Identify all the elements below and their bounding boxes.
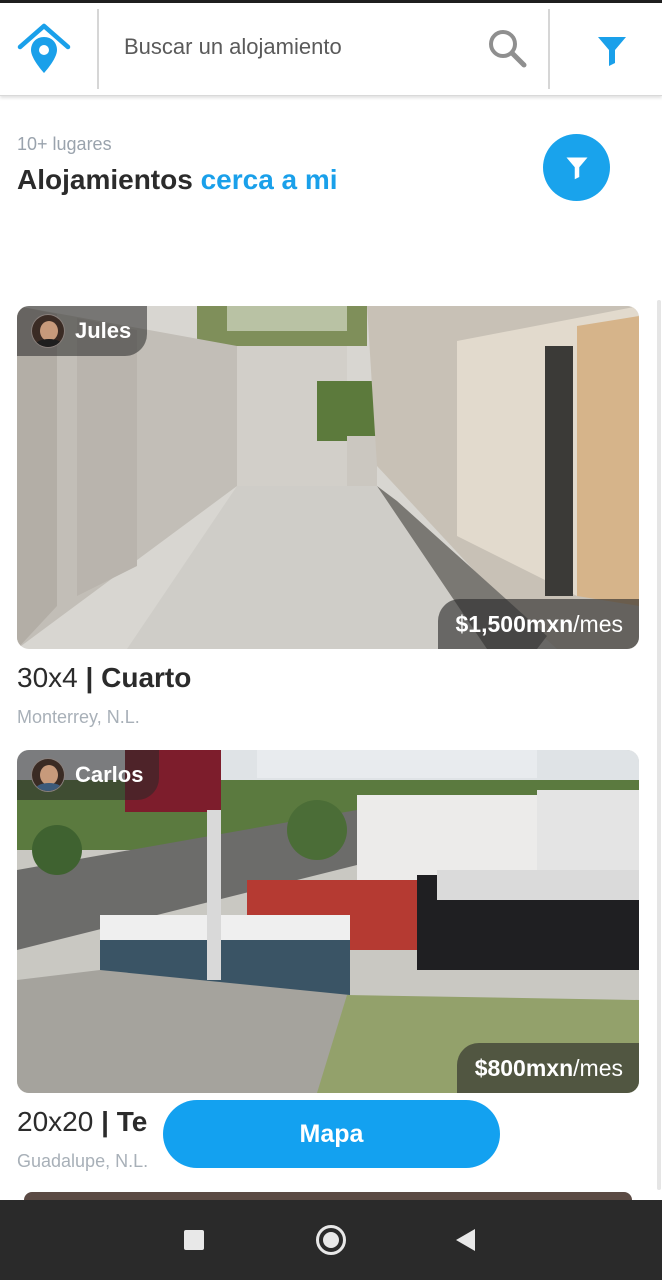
price-unit: /mes [573, 610, 623, 637]
price-badge: $800mxn/mes [456, 1043, 639, 1093]
filter-icon [566, 157, 587, 179]
search-input[interactable] [124, 27, 474, 67]
listing-title[interactable]: 30x4 | Cuarto [17, 662, 191, 694]
host-name: Carlos [75, 762, 144, 787]
listing-photo [17, 750, 639, 1093]
map-button[interactable]: Mapa [163, 1100, 500, 1168]
listing-size: 30x4 [17, 662, 78, 693]
search-icon[interactable] [486, 27, 528, 69]
listing-card[interactable]: Carlos $800mxn/mes [17, 750, 639, 1093]
host-name: Jules [75, 318, 132, 343]
price-unit: /mes [573, 1054, 623, 1081]
host-badge: Jules [17, 306, 148, 356]
filter-button[interactable] [543, 134, 610, 201]
circle-home-icon[interactable] [316, 1225, 346, 1255]
title-accent: cerca a mi [200, 164, 338, 195]
square-recent-icon[interactable] [184, 1230, 204, 1250]
top-app-bar [0, 3, 662, 96]
listing-photo [17, 306, 639, 649]
page-title: Alojamientos cerca a mi [17, 164, 338, 196]
scrollbar[interactable] [657, 300, 661, 1190]
listing-type: Te [116, 1106, 148, 1137]
filter-icon[interactable] [592, 31, 632, 71]
host-badge: Carlos [17, 750, 160, 800]
title-main: Alojamientos [17, 164, 193, 195]
price-amount: $1,500mxn [455, 610, 574, 637]
location-pin-icon[interactable] [16, 21, 72, 77]
divider [97, 9, 99, 89]
listing-size: 20x20 [17, 1106, 94, 1137]
triangle-back-icon[interactable] [456, 1229, 475, 1251]
listing-separator: | [85, 662, 94, 693]
listing-title[interactable]: 20x20 | Te [17, 1106, 147, 1138]
listing-location: Guadalupe, N.L. [17, 1151, 149, 1171]
price-badge: $1,500mxn/mes [437, 599, 639, 649]
divider [548, 9, 550, 89]
listing-location: Monterrey, N.L. [17, 707, 140, 727]
listing-card[interactable]: Jules $1,500mxn/mes [17, 306, 639, 649]
listing-type: Cuarto [101, 662, 192, 693]
price-amount: $800mxn [474, 1054, 574, 1081]
results-count: 10+ lugares [17, 134, 112, 154]
listing-separator: | [101, 1106, 109, 1137]
avatar [31, 314, 65, 348]
avatar [31, 758, 65, 792]
